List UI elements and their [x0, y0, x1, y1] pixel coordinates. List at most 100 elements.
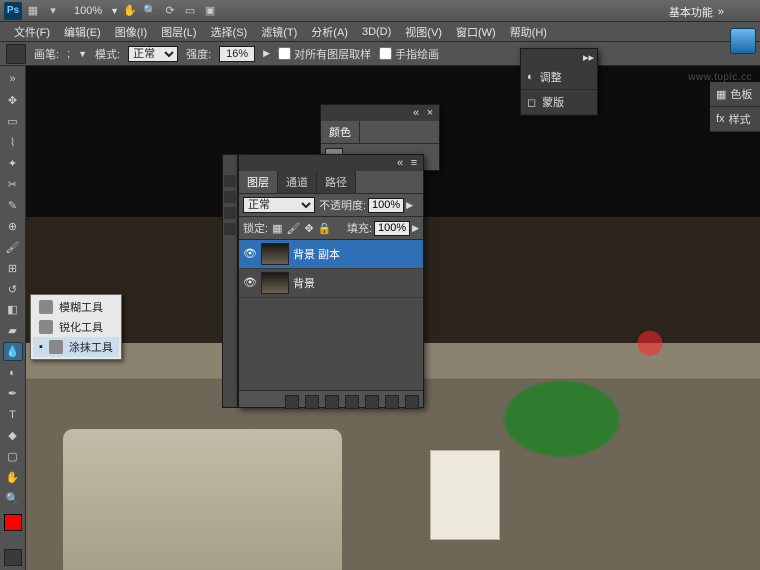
menu-view[interactable]: 视图(V)	[399, 22, 448, 42]
brush-tool[interactable]: 🖌	[3, 238, 23, 257]
flyout-smudge[interactable]: ▪涂抹工具	[33, 337, 119, 357]
screen-mode-icon[interactable]: ▣	[201, 2, 219, 20]
foreground-color-swatch[interactable]	[4, 514, 22, 531]
tab-layers[interactable]: 图层	[239, 171, 278, 193]
sample-all-checkbox[interactable]: 对所有图层取样	[278, 46, 371, 62]
flyout-sharpen[interactable]: 锐化工具	[33, 317, 119, 337]
strip-icon[interactable]	[224, 175, 236, 187]
lock-pixels-icon[interactable]: 🖌	[286, 222, 300, 235]
quick-mask-icon[interactable]	[4, 549, 22, 566]
lock-all-icon[interactable]: 🔒	[318, 222, 332, 235]
eraser-tool[interactable]: ◧	[3, 300, 23, 319]
styles-panel-button[interactable]: fx样式	[710, 107, 760, 132]
strip-icon[interactable]	[224, 223, 236, 235]
layer-row[interactable]: 👁 背景	[239, 269, 423, 298]
shape-tool[interactable]: ▢	[3, 447, 23, 466]
lock-trans-icon[interactable]: ▦	[272, 222, 282, 235]
bridge-icon[interactable]: ▦	[24, 2, 42, 20]
collapse-icon[interactable]: »	[3, 70, 23, 89]
current-tool-icon[interactable]	[6, 44, 26, 64]
panel-header[interactable]: «≡	[239, 155, 423, 171]
adjustments-item[interactable]: ◐调整	[521, 65, 597, 90]
mask-icon: ◻	[527, 96, 536, 109]
menu-3d[interactable]: 3D(D)	[356, 24, 397, 40]
history-brush-tool[interactable]: ↺	[3, 280, 23, 299]
panel-header[interactable]: ▸▸	[521, 49, 597, 65]
panel-header[interactable]: «×	[321, 105, 439, 121]
brush-size[interactable]: ;	[67, 48, 70, 60]
zoom-level[interactable]: 100%	[68, 3, 108, 19]
move-tool[interactable]: ✥	[3, 91, 23, 110]
mode-select[interactable]: 正常	[128, 46, 178, 62]
menu-select[interactable]: 选择(S)	[205, 22, 254, 42]
stamp-tool[interactable]: ⊞	[3, 259, 23, 278]
close-icon[interactable]: ×	[425, 107, 435, 119]
tab-channels[interactable]: 通道	[278, 171, 317, 193]
group-icon[interactable]	[365, 395, 379, 409]
zoom-icon[interactable]: 🔍	[141, 2, 159, 20]
layer-name[interactable]: 背景	[293, 275, 315, 291]
strip-icon[interactable]	[224, 191, 236, 203]
visibility-icon[interactable]: 👁	[243, 276, 257, 290]
hand-tool[interactable]: ✋	[3, 468, 23, 487]
layer-name[interactable]: 背景 副本	[293, 246, 340, 262]
adjustment-icon[interactable]	[345, 395, 359, 409]
trash-icon[interactable]	[405, 395, 419, 409]
zoom-tool[interactable]: 🔍	[3, 489, 23, 508]
fill-input[interactable]	[374, 221, 410, 236]
menu-file[interactable]: 文件(F)	[8, 22, 56, 42]
collapse-icon[interactable]: «	[395, 157, 405, 169]
brush-label: 画笔:	[34, 46, 59, 62]
rotate-view-icon[interactable]: ⟳	[161, 2, 179, 20]
flyout-blur[interactable]: 模糊工具	[33, 297, 119, 317]
color-tab[interactable]: 颜色	[321, 121, 360, 143]
tab-paths[interactable]: 路径	[317, 171, 356, 193]
strength-input[interactable]	[219, 46, 255, 62]
menu-window[interactable]: 窗口(W)	[450, 22, 502, 42]
menu-icon[interactable]: ≡	[409, 157, 419, 169]
menu-edit[interactable]: 编辑(E)	[58, 22, 107, 42]
healing-tool[interactable]: ⊕	[3, 217, 23, 236]
menu-image[interactable]: 图像(I)	[109, 22, 153, 42]
finger-paint-checkbox[interactable]: 手指绘画	[379, 46, 439, 62]
mask-icon[interactable]	[325, 395, 339, 409]
fx-icon[interactable]	[305, 395, 319, 409]
lasso-tool[interactable]: ⌇	[3, 133, 23, 152]
menu-help[interactable]: 帮助(H)	[504, 22, 553, 42]
blend-mode-select[interactable]: 正常	[243, 197, 315, 213]
new-layer-icon[interactable]	[385, 395, 399, 409]
crop-tool[interactable]: ✂	[3, 175, 23, 194]
type-tool[interactable]: T	[3, 405, 23, 424]
wand-tool[interactable]: ✦	[3, 154, 23, 173]
swatches-panel-button[interactable]: ▦色板	[710, 82, 760, 107]
lock-pos-icon[interactable]: ✥	[304, 222, 313, 235]
dodge-tool[interactable]: ◐	[3, 363, 23, 382]
strip-icon[interactable]	[224, 207, 236, 219]
link-icon[interactable]	[285, 395, 299, 409]
layer-thumbnail[interactable]	[261, 243, 289, 265]
menu-layer[interactable]: 图层(L)	[155, 22, 202, 42]
menu-analysis[interactable]: 分析(A)	[305, 22, 354, 42]
brand-icon[interactable]	[730, 28, 756, 54]
workspace-selector[interactable]: 基本功能	[669, 4, 724, 20]
sample-all-label: 对所有图层取样	[294, 46, 371, 62]
opacity-input[interactable]	[368, 198, 404, 213]
blur-tool[interactable]: 💧	[3, 342, 23, 361]
layer-row[interactable]: 👁 背景 副本	[239, 240, 423, 269]
finger-paint-label: 手指绘画	[395, 46, 439, 62]
masks-item[interactable]: ◻蒙版	[521, 90, 597, 115]
history-dropdown-icon[interactable]: ▾	[44, 2, 62, 20]
path-select-tool[interactable]: ◆	[3, 426, 23, 445]
hand-icon[interactable]: ✋	[121, 2, 139, 20]
marquee-tool[interactable]: ▭	[3, 112, 23, 131]
collapse-icon[interactable]: «	[411, 107, 421, 119]
layer-thumbnail[interactable]	[261, 272, 289, 294]
blur-icon	[39, 300, 53, 314]
item-label: 调整	[540, 69, 562, 85]
pen-tool[interactable]: ✒	[3, 384, 23, 403]
gradient-tool[interactable]: ▰	[3, 321, 23, 340]
eyedropper-tool[interactable]: ✎	[3, 196, 23, 215]
menu-filter[interactable]: 滤镜(T)	[255, 22, 303, 42]
visibility-icon[interactable]: 👁	[243, 247, 257, 261]
arrange-icon[interactable]: ▭	[181, 2, 199, 20]
